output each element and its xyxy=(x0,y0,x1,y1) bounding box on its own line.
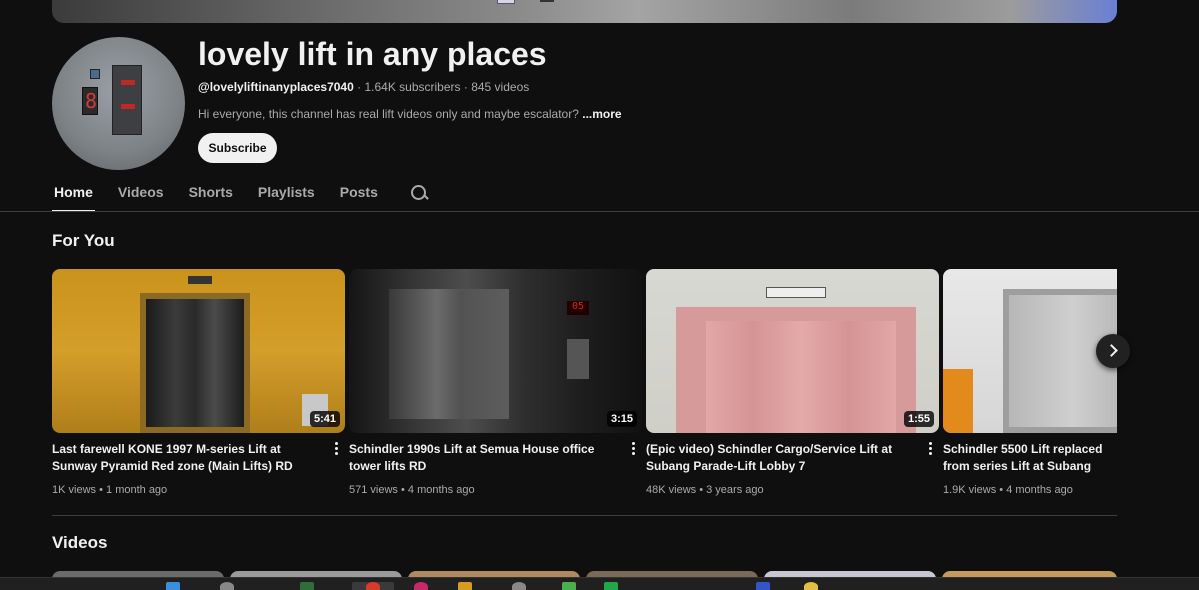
video-title[interactable]: Schindler 1990s Lift at Semua House offi… xyxy=(349,441,619,475)
channel-avatar[interactable] xyxy=(52,37,185,170)
channel-meta: @lovelyliftinanyplaces7040 · 1.64K subsc… xyxy=(198,80,529,94)
tab-playlists[interactable]: Playlists xyxy=(256,178,317,212)
tab-posts[interactable]: Posts xyxy=(338,178,380,212)
more-link[interactable]: ...more xyxy=(582,107,621,121)
meta-separator: • xyxy=(99,484,103,496)
meta-separator: • xyxy=(999,484,1004,496)
tab-videos[interactable]: Videos xyxy=(116,178,166,212)
video-duration: 1:55 xyxy=(903,411,934,427)
more-options-icon[interactable] xyxy=(330,440,342,458)
video-meta: 1K views • 1 month ago xyxy=(52,484,345,496)
meta-separator: • xyxy=(699,484,704,496)
tabs-divider xyxy=(0,211,1199,212)
video-meta: 571 views • 4 months ago xyxy=(349,484,642,496)
video-views: 48K views xyxy=(646,484,697,496)
subscribe-button[interactable]: Subscribe xyxy=(198,133,277,163)
channel-tabs: Home Videos Shorts Playlists Posts xyxy=(52,178,429,212)
section-divider xyxy=(52,515,1117,516)
app-icon[interactable] xyxy=(756,582,770,590)
video-views: 1.9K views xyxy=(943,484,997,496)
browser-icon[interactable] xyxy=(366,582,380,590)
meta-separator: · xyxy=(463,80,468,94)
video-title[interactable]: (Epic video) Schindler Cargo/Service Lif… xyxy=(646,441,916,475)
video-meta: 48K views • 3 years ago xyxy=(646,484,939,496)
carousel-next-button[interactable] xyxy=(1096,334,1130,368)
video-card[interactable]: 1:55 (Epic video) Schindler Cargo/Servic… xyxy=(646,269,939,496)
video-count: 845 videos xyxy=(471,80,530,94)
search-icon[interactable] xyxy=(409,183,429,203)
video-age: 4 months ago xyxy=(1006,484,1073,496)
video-card[interactable]: 05 3:15 Schindler 1990s Lift at Semua Ho… xyxy=(349,269,642,496)
video-age: 1 month ago xyxy=(106,484,168,496)
meta-separator: • xyxy=(400,484,405,496)
channel-handle: @lovelyliftinanyplaces7040 xyxy=(198,80,354,94)
search-taskbar-icon[interactable] xyxy=(220,582,234,590)
video-meta: 1.9K views • 4 months ago xyxy=(943,484,1117,496)
more-options-icon[interactable] xyxy=(627,440,639,458)
video-thumbnail[interactable]: 5:41 xyxy=(52,269,345,433)
video-duration: 5:41 xyxy=(309,411,340,427)
description-text: Hi everyone, this channel has real lift … xyxy=(198,107,579,121)
video-title-text: Schindler 5500 Lift replaced from series… xyxy=(943,442,1103,473)
video-views: 1K views xyxy=(52,484,97,496)
video-views: 571 views xyxy=(349,484,398,496)
os-taskbar xyxy=(0,577,1199,590)
tab-home[interactable]: Home xyxy=(52,178,95,212)
section-title-videos: Videos xyxy=(52,533,108,552)
folder-icon[interactable] xyxy=(458,582,472,590)
meta-separator: · xyxy=(357,80,362,94)
video-thumbnail[interactable] xyxy=(943,269,1117,433)
video-title[interactable]: Schindler 5500 Lift replaced from series… xyxy=(943,441,1117,475)
more-options-icon[interactable] xyxy=(924,440,936,458)
video-card[interactable]: Schindler 5500 Lift replaced from series… xyxy=(943,269,1117,509)
channel-banner xyxy=(52,0,1117,23)
video-title[interactable]: Last farewell KONE 1997 M-series Lift at… xyxy=(52,441,322,475)
tab-shorts[interactable]: Shorts xyxy=(187,178,235,212)
channel-title: lovely lift in any places xyxy=(198,36,547,72)
section-title-for-you: For You xyxy=(52,231,115,250)
app-icon[interactable] xyxy=(804,582,818,590)
app-icon[interactable] xyxy=(300,582,314,590)
video-age: 4 months ago xyxy=(407,484,475,496)
video-thumbnail[interactable]: 1:55 xyxy=(646,269,939,433)
subscriber-count: 1.64K subscribers xyxy=(364,80,461,94)
channel-description[interactable]: Hi everyone, this channel has real lift … xyxy=(198,107,622,121)
video-duration: 3:15 xyxy=(606,411,637,427)
app-icon[interactable] xyxy=(512,582,526,590)
video-card[interactable]: 5:41 Last farewell KONE 1997 M-series Li… xyxy=(52,269,345,496)
app-icon[interactable] xyxy=(414,582,428,590)
app-icon[interactable] xyxy=(604,582,618,590)
app-icon[interactable] xyxy=(562,582,576,590)
start-icon[interactable] xyxy=(166,582,180,590)
video-thumbnail[interactable]: 05 3:15 xyxy=(349,269,642,433)
video-age: 3 years ago xyxy=(706,484,764,496)
